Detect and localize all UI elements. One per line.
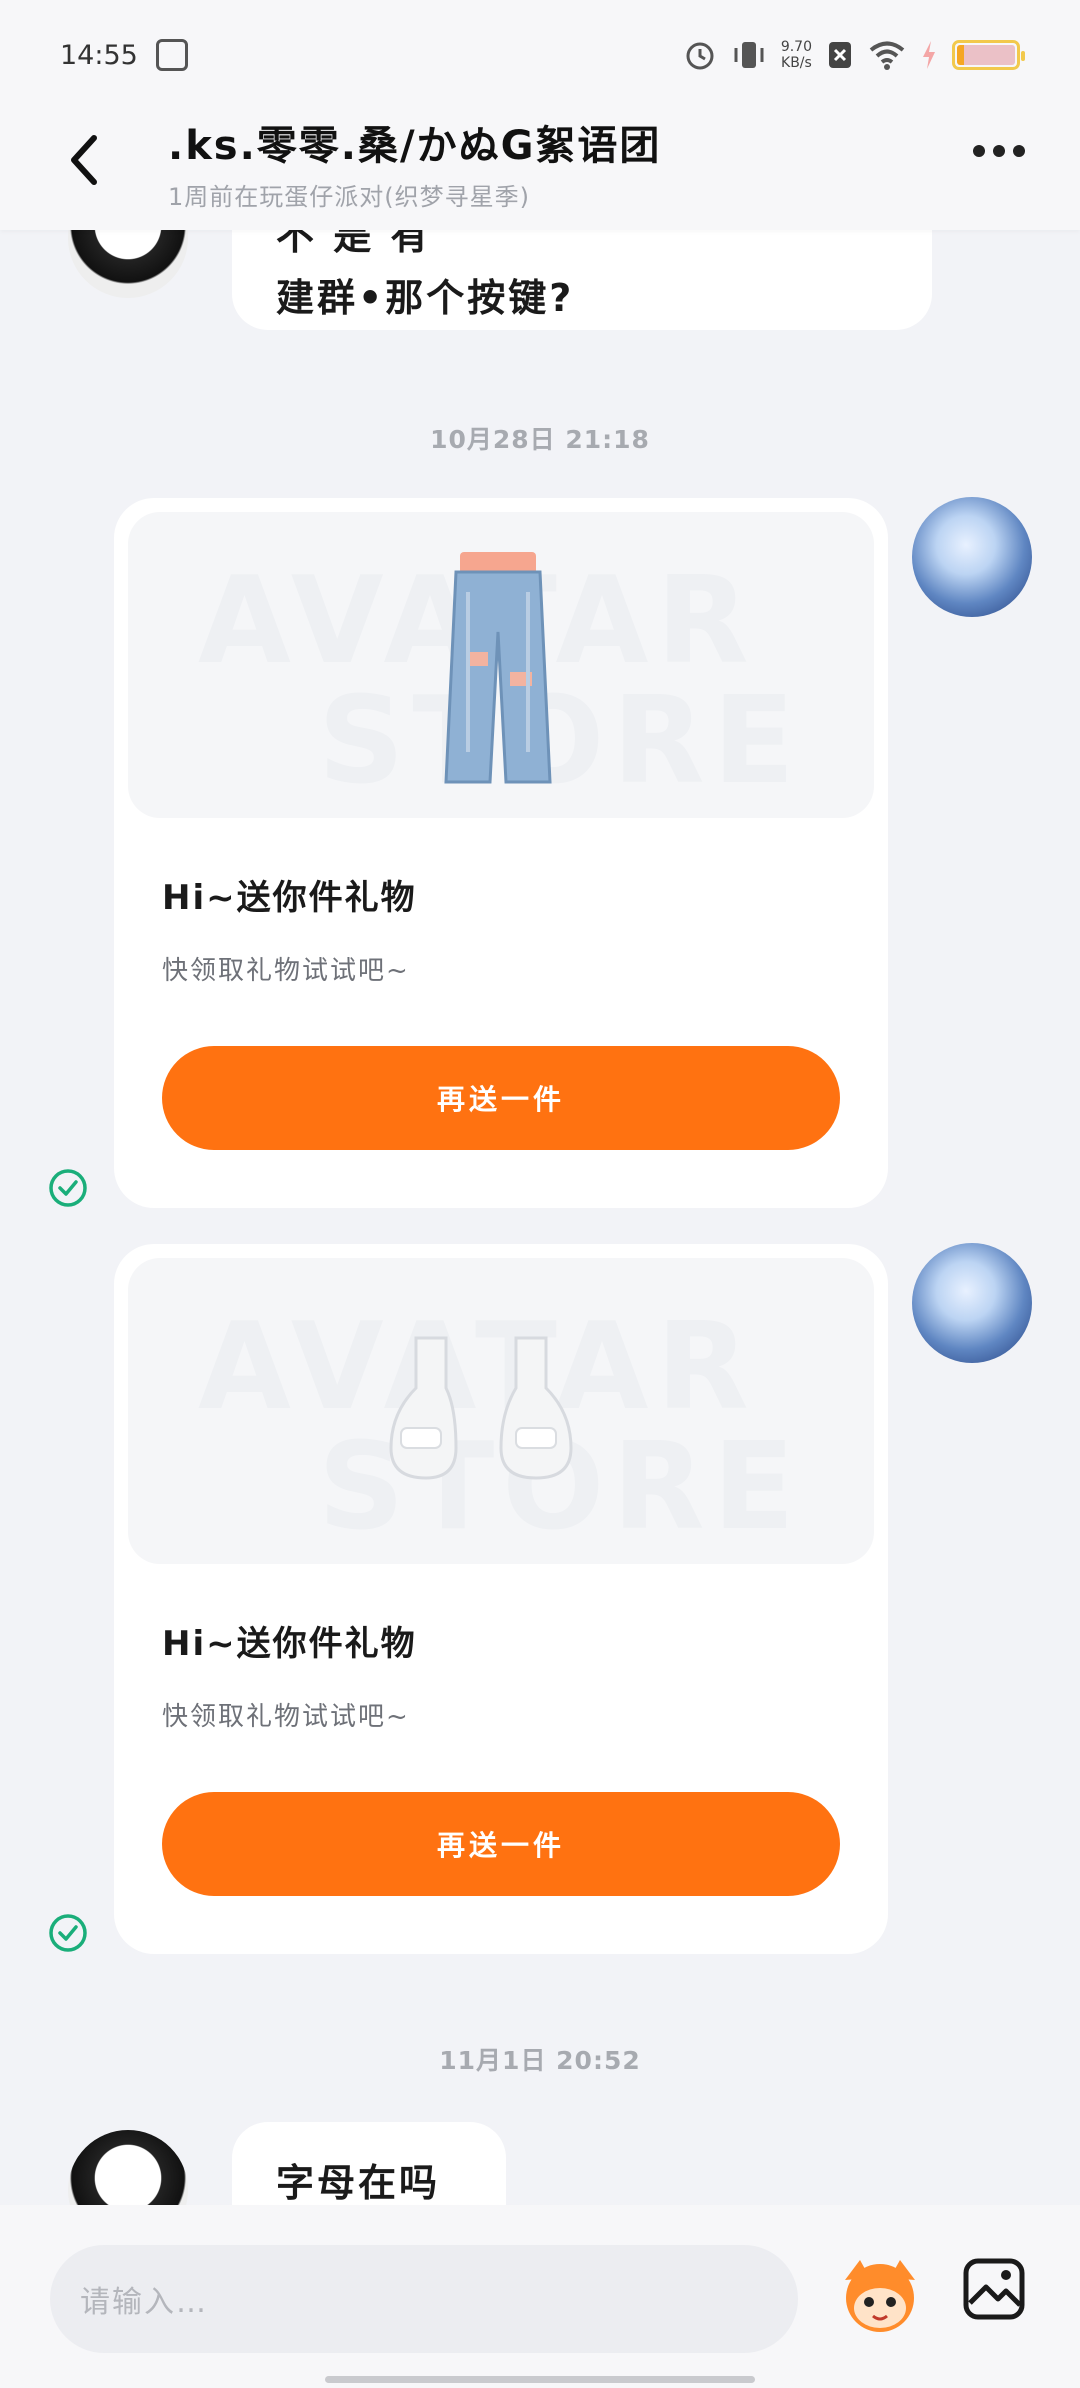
gift-card[interactable]: AVATAR STORE Hi~送你件礼物 快领取礼物试试吧~ 再送一件 [114,498,888,1208]
alarm-icon [686,42,714,70]
input-placeholder: 请输入… [80,2285,208,2320]
watermark-text: STORE [318,672,803,811]
boots-gift-image [389,1336,573,1480]
charging-icon [923,41,935,69]
gift-image-area: AVATAR STORE [128,512,874,818]
vibrate-icon [734,42,764,68]
status-time: 14:55 [60,39,138,71]
wifi-icon [869,41,905,70]
check-circle-icon [49,1169,87,1207]
gift-image-area: AVATAR STORE [128,1258,874,1564]
chat-title: .ks.零零.桑/かぬG絮语团 [168,123,662,169]
chat-header: .ks.零零.桑/かぬG絮语团 1周前在玩蛋仔派对(织梦寻星季) [0,95,1080,230]
my-avatar[interactable] [912,497,1032,617]
my-avatar[interactable] [912,1243,1032,1363]
message-input[interactable]: 请输入… [50,2245,798,2353]
back-arrow-icon[interactable] [60,130,110,190]
app-notification-icon [155,39,188,71]
input-bar: 请输入… [0,2205,1080,2388]
send-another-button[interactable]: 再送一件 [162,1792,840,1896]
more-options-icon[interactable] [973,145,1025,157]
send-another-button[interactable]: 再送一件 [162,1046,840,1150]
chat-subtitle: 1周前在玩蛋仔派对(织梦寻星季) [168,183,530,211]
timestamp: 10月28日 21:18 [430,425,650,454]
gift-card-title: Hi~送你件礼物 [162,1624,417,1664]
home-indicator[interactable] [325,2376,755,2383]
gift-card-subtitle: 快领取礼物试试吧~ [162,1702,410,1732]
timestamp: 11月1日 20:52 [439,2046,641,2075]
status-bar: 14:55 9.70 KB/s [0,0,1080,110]
emoji-mascot-icon[interactable] [835,2250,925,2340]
battery-icon [952,40,1025,70]
message-text: 字母在吗 [276,2161,441,2205]
image-picker-icon[interactable] [962,2257,1026,2321]
no-sim-icon [829,42,851,68]
check-circle-icon [49,1914,87,1952]
gift-card-title: Hi~送你件礼物 [162,878,417,918]
jeans-gift-image [444,552,552,784]
network-speed: 9.70 KB/s [780,39,812,71]
gift-card-subtitle: 快领取礼物试试吧~ [162,956,410,986]
gift-card[interactable]: AVATAR STORE Hi~送你件礼物 快领取礼物试试吧~ 再送一件 [114,1244,888,1954]
message-text-line: 建群•那个按键? [276,276,575,320]
